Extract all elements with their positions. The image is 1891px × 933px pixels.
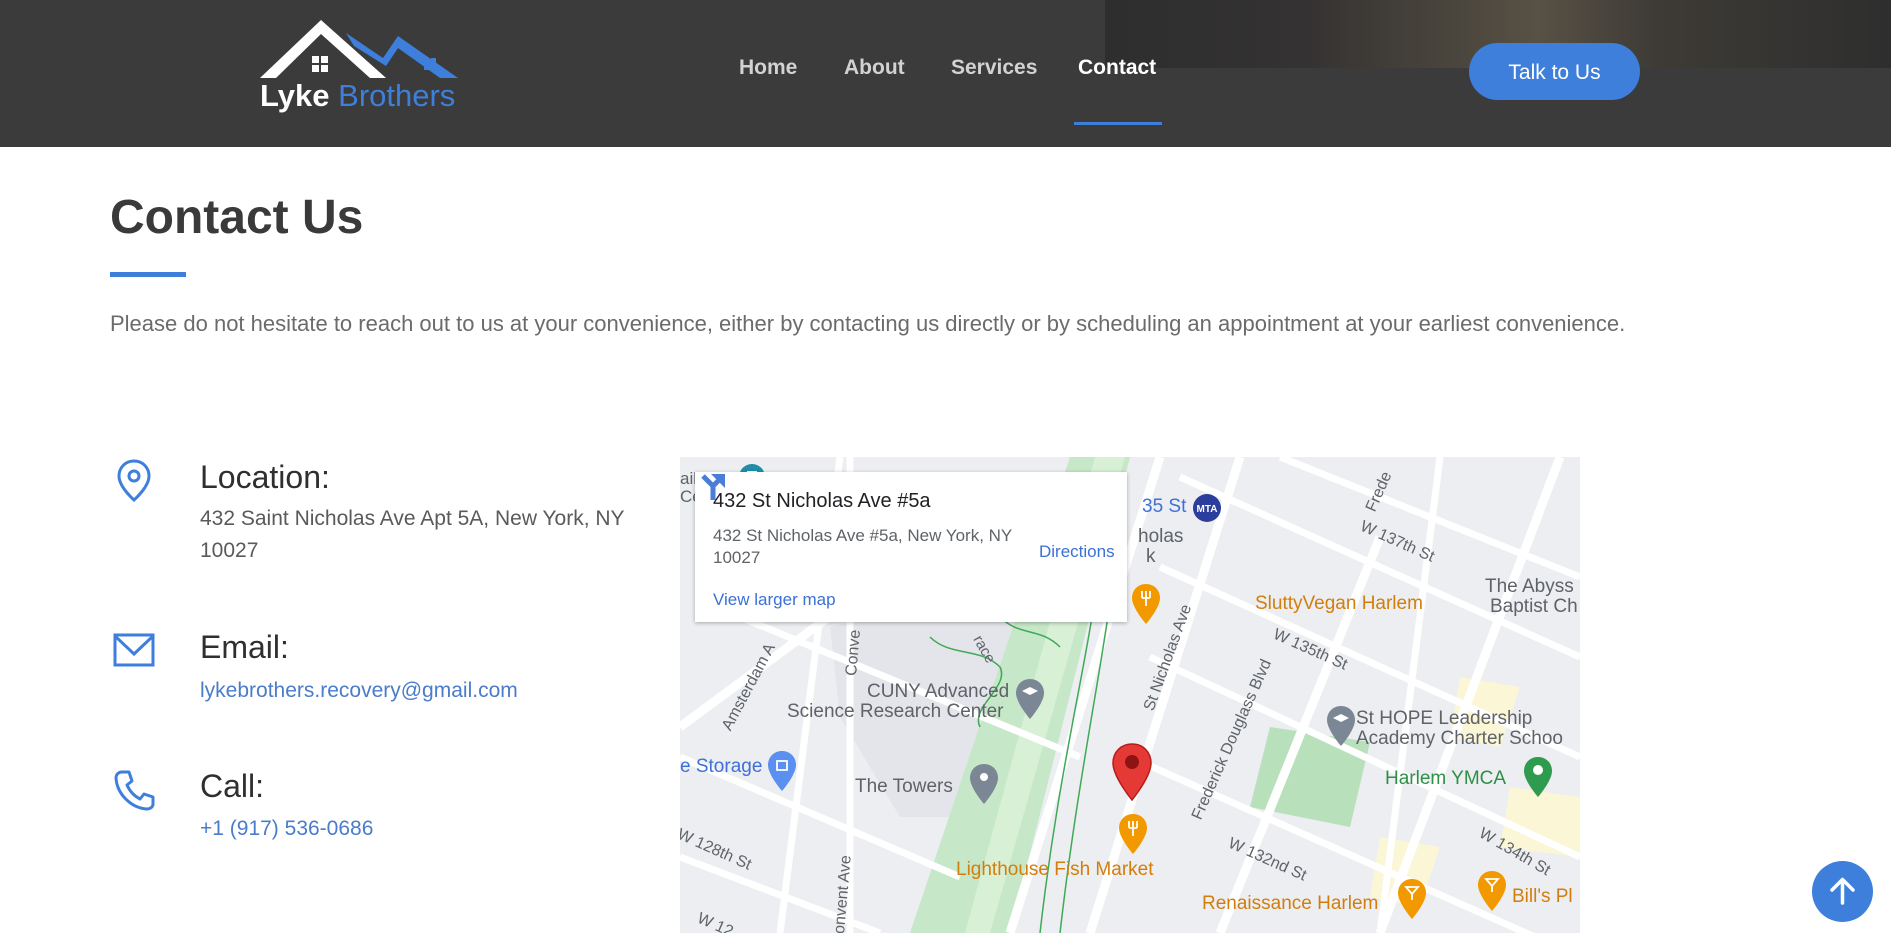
- nav-services[interactable]: Services: [951, 56, 1037, 80]
- map-poi-abyss-line2[interactable]: Baptist Ch: [1490, 597, 1578, 617]
- logo-word-lyke: Lyke: [260, 78, 330, 113]
- map-poi-bills[interactable]: Bill's Pl: [1512, 887, 1573, 907]
- page-title: Contact Us: [110, 191, 364, 244]
- bar-marker-icon-2[interactable]: [1476, 869, 1508, 913]
- scroll-to-top-button[interactable]: [1812, 861, 1873, 922]
- map-poi-cuny-line2[interactable]: Science Research Center: [787, 702, 1004, 722]
- map-street-convent-top: Conve: [842, 629, 864, 677]
- directions-link[interactable]: Directions: [1039, 542, 1115, 562]
- talk-to-us-button[interactable]: Talk to Us: [1469, 43, 1640, 100]
- call-heading: Call:: [200, 768, 265, 804]
- phone-icon: [114, 770, 155, 811]
- arrow-up-icon: [1830, 877, 1855, 905]
- email-heading: Email:: [200, 629, 289, 665]
- intro-text: Please do not hesitate to reach out to u…: [110, 311, 1626, 336]
- nav-home[interactable]: Home: [739, 56, 797, 80]
- subway-badge-text: MTA: [1197, 504, 1218, 515]
- map-place-card: 432 St Nicholas Ave #5a 432 St Nicholas …: [695, 472, 1127, 622]
- bar-marker-icon[interactable]: [1396, 877, 1428, 921]
- map-poi-st-hope-line1[interactable]: St HOPE Leadership: [1356, 709, 1532, 729]
- embedded-map[interactable]: SluttyVegan Harlem The Abyss Baptist Ch …: [680, 457, 1580, 933]
- location-heading: Location:: [200, 459, 330, 495]
- map-place-title: 432 St Nicholas Ave #5a: [713, 490, 931, 512]
- map-poi-renaissance-harlem[interactable]: Renaissance Harlem: [1202, 894, 1378, 914]
- view-larger-map-link[interactable]: View larger map: [713, 590, 836, 610]
- selected-location-pin-icon[interactable]: [1110, 742, 1154, 804]
- map-poi-abyss-line1[interactable]: The Abyss: [1485, 577, 1574, 597]
- school-marker-icon[interactable]: [1325, 704, 1357, 748]
- title-underline: [110, 272, 186, 277]
- email-link[interactable]: lykebrothers.recovery@gmail.com: [200, 675, 518, 707]
- map-poi-lighthouse-fish-market[interactable]: Lighthouse Fish Market: [956, 860, 1154, 880]
- map-place-address: 432 St Nicholas Ave #5a, New York, NY 10…: [713, 526, 1012, 567]
- university-marker-icon[interactable]: [1014, 677, 1046, 721]
- location-address: 432 Saint Nicholas Ave Apt 5A, New York,…: [200, 507, 625, 562]
- building-marker-icon[interactable]: [968, 762, 1000, 806]
- nav-contact[interactable]: Contact: [1078, 56, 1156, 80]
- restaurant-marker-icon[interactable]: [1130, 582, 1162, 626]
- active-nav-underline: [1074, 122, 1162, 125]
- map-poi-cuny-line1[interactable]: CUNY Advanced: [867, 682, 1009, 702]
- envelope-icon: [113, 633, 155, 667]
- restaurant-marker-icon-2[interactable]: [1117, 812, 1149, 856]
- phone-link[interactable]: +1 (917) 536-0686: [200, 813, 373, 845]
- logo-wordmark[interactable]: Lyke Brothers: [260, 76, 455, 116]
- logo-word-brothers: Brothers: [338, 78, 456, 113]
- subway-badge-icon[interactable]: MTA: [1192, 493, 1222, 523]
- map-station-label[interactable]: 35 St: [1142, 497, 1186, 517]
- map-poi-storage[interactable]: e Storage: [680, 757, 762, 777]
- gym-marker-icon[interactable]: [1522, 755, 1554, 799]
- nav-about[interactable]: About: [844, 56, 905, 80]
- location-pin-icon: [117, 459, 151, 502]
- map-park-label-nicholas: holas: [1138, 526, 1184, 547]
- map-poi-st-hope-line2[interactable]: Academy Charter Schoo: [1356, 729, 1563, 749]
- map-poi-sluttyvegan[interactable]: SluttyVegan Harlem: [1255, 594, 1423, 614]
- map-poi-the-towers[interactable]: The Towers: [855, 777, 953, 797]
- map-poi-harlem-ymca[interactable]: Harlem YMCA: [1385, 769, 1506, 789]
- site-header: Lyke Brothers Home About Services Contac…: [0, 0, 1891, 147]
- shopping-marker-icon[interactable]: [766, 749, 798, 793]
- map-park-label-k: k: [1146, 546, 1156, 567]
- directions-icon[interactable]: [695, 472, 727, 504]
